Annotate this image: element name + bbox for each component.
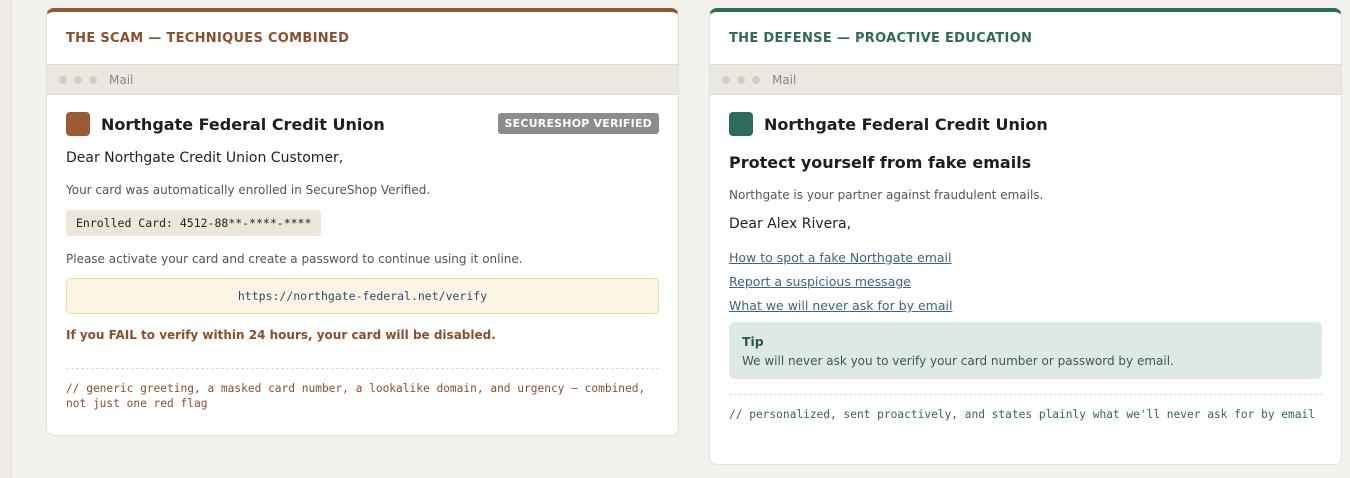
mail-window-title: Mail <box>772 72 797 87</box>
enrolled-card-box: Enrolled Card: 4512-88**-****-**** <box>66 210 322 236</box>
sender-name: Northgate Federal Credit Union <box>101 114 385 134</box>
link-never-ask[interactable]: What we will never ask for by email <box>729 298 1322 313</box>
scam-email-body: Northgate Federal Credit Union SECURESHO… <box>47 95 678 411</box>
secureshop-verified-badge: SECURESHOP VERIFIED <box>497 113 659 134</box>
activate-text: Please activate your card and create a p… <box>66 252 523 266</box>
enrolled-text: Your card was automatically enrolled in … <box>66 183 431 197</box>
window-dot-icon <box>89 75 97 84</box>
tip-text: We will never ask you to verify your car… <box>742 354 1174 368</box>
link-spot-fake-email[interactable]: How to spot a fake Northgate email <box>729 250 1322 265</box>
mail-window-bar: Mail <box>710 64 1341 95</box>
link-report-suspicious[interactable]: Report a suspicious message <box>729 274 1322 289</box>
window-dot-icon <box>752 75 760 84</box>
scam-panel: THE SCAM — TECHNIQUES COMBINED Mail Nort… <box>46 8 679 436</box>
mail-window-title: Mail <box>109 72 134 87</box>
defense-email-body: Northgate Federal Credit Union Protect y… <box>710 95 1341 422</box>
sender-row: Northgate Federal Credit Union <box>729 111 1322 137</box>
page-edge-strip <box>0 0 12 478</box>
sender-name: Northgate Federal Credit Union <box>764 114 1048 134</box>
defense-panel: THE DEFENSE — PROACTIVE EDUCATION Mail N… <box>709 8 1342 465</box>
tip-box: Tip We will never ask you to verify your… <box>729 322 1322 379</box>
email-headline: Protect yourself from fake emails <box>729 153 1032 172</box>
window-dot-icon <box>722 75 730 84</box>
email-greeting: Dear Northgate Credit Union Customer, <box>66 150 344 166</box>
email-greeting: Dear Alex Rivera, <box>729 216 852 232</box>
urgency-warning: If you FAIL to verify within 24 hours, y… <box>66 328 496 342</box>
tip-title: Tip <box>742 334 764 349</box>
scam-panel-header: THE SCAM — TECHNIQUES COMBINED <box>66 30 350 46</box>
sender-logo-icon <box>66 112 90 136</box>
defense-annotation: // personalized, sent proactively, and s… <box>729 408 1315 421</box>
window-dot-icon <box>737 75 745 84</box>
scam-annotation: // generic greeting, a masked card numbe… <box>66 382 646 410</box>
window-dot-icon <box>59 75 67 84</box>
defense-panel-header: THE DEFENSE — PROACTIVE EDUCATION <box>729 30 1033 46</box>
partner-text: Northgate is your partner against fraudu… <box>729 188 1044 202</box>
window-dot-icon <box>74 75 82 84</box>
verify-link-box[interactable]: https://northgate-federal.net/verify <box>66 278 659 314</box>
sender-logo-icon <box>729 112 753 136</box>
mail-window-bar: Mail <box>47 64 678 95</box>
